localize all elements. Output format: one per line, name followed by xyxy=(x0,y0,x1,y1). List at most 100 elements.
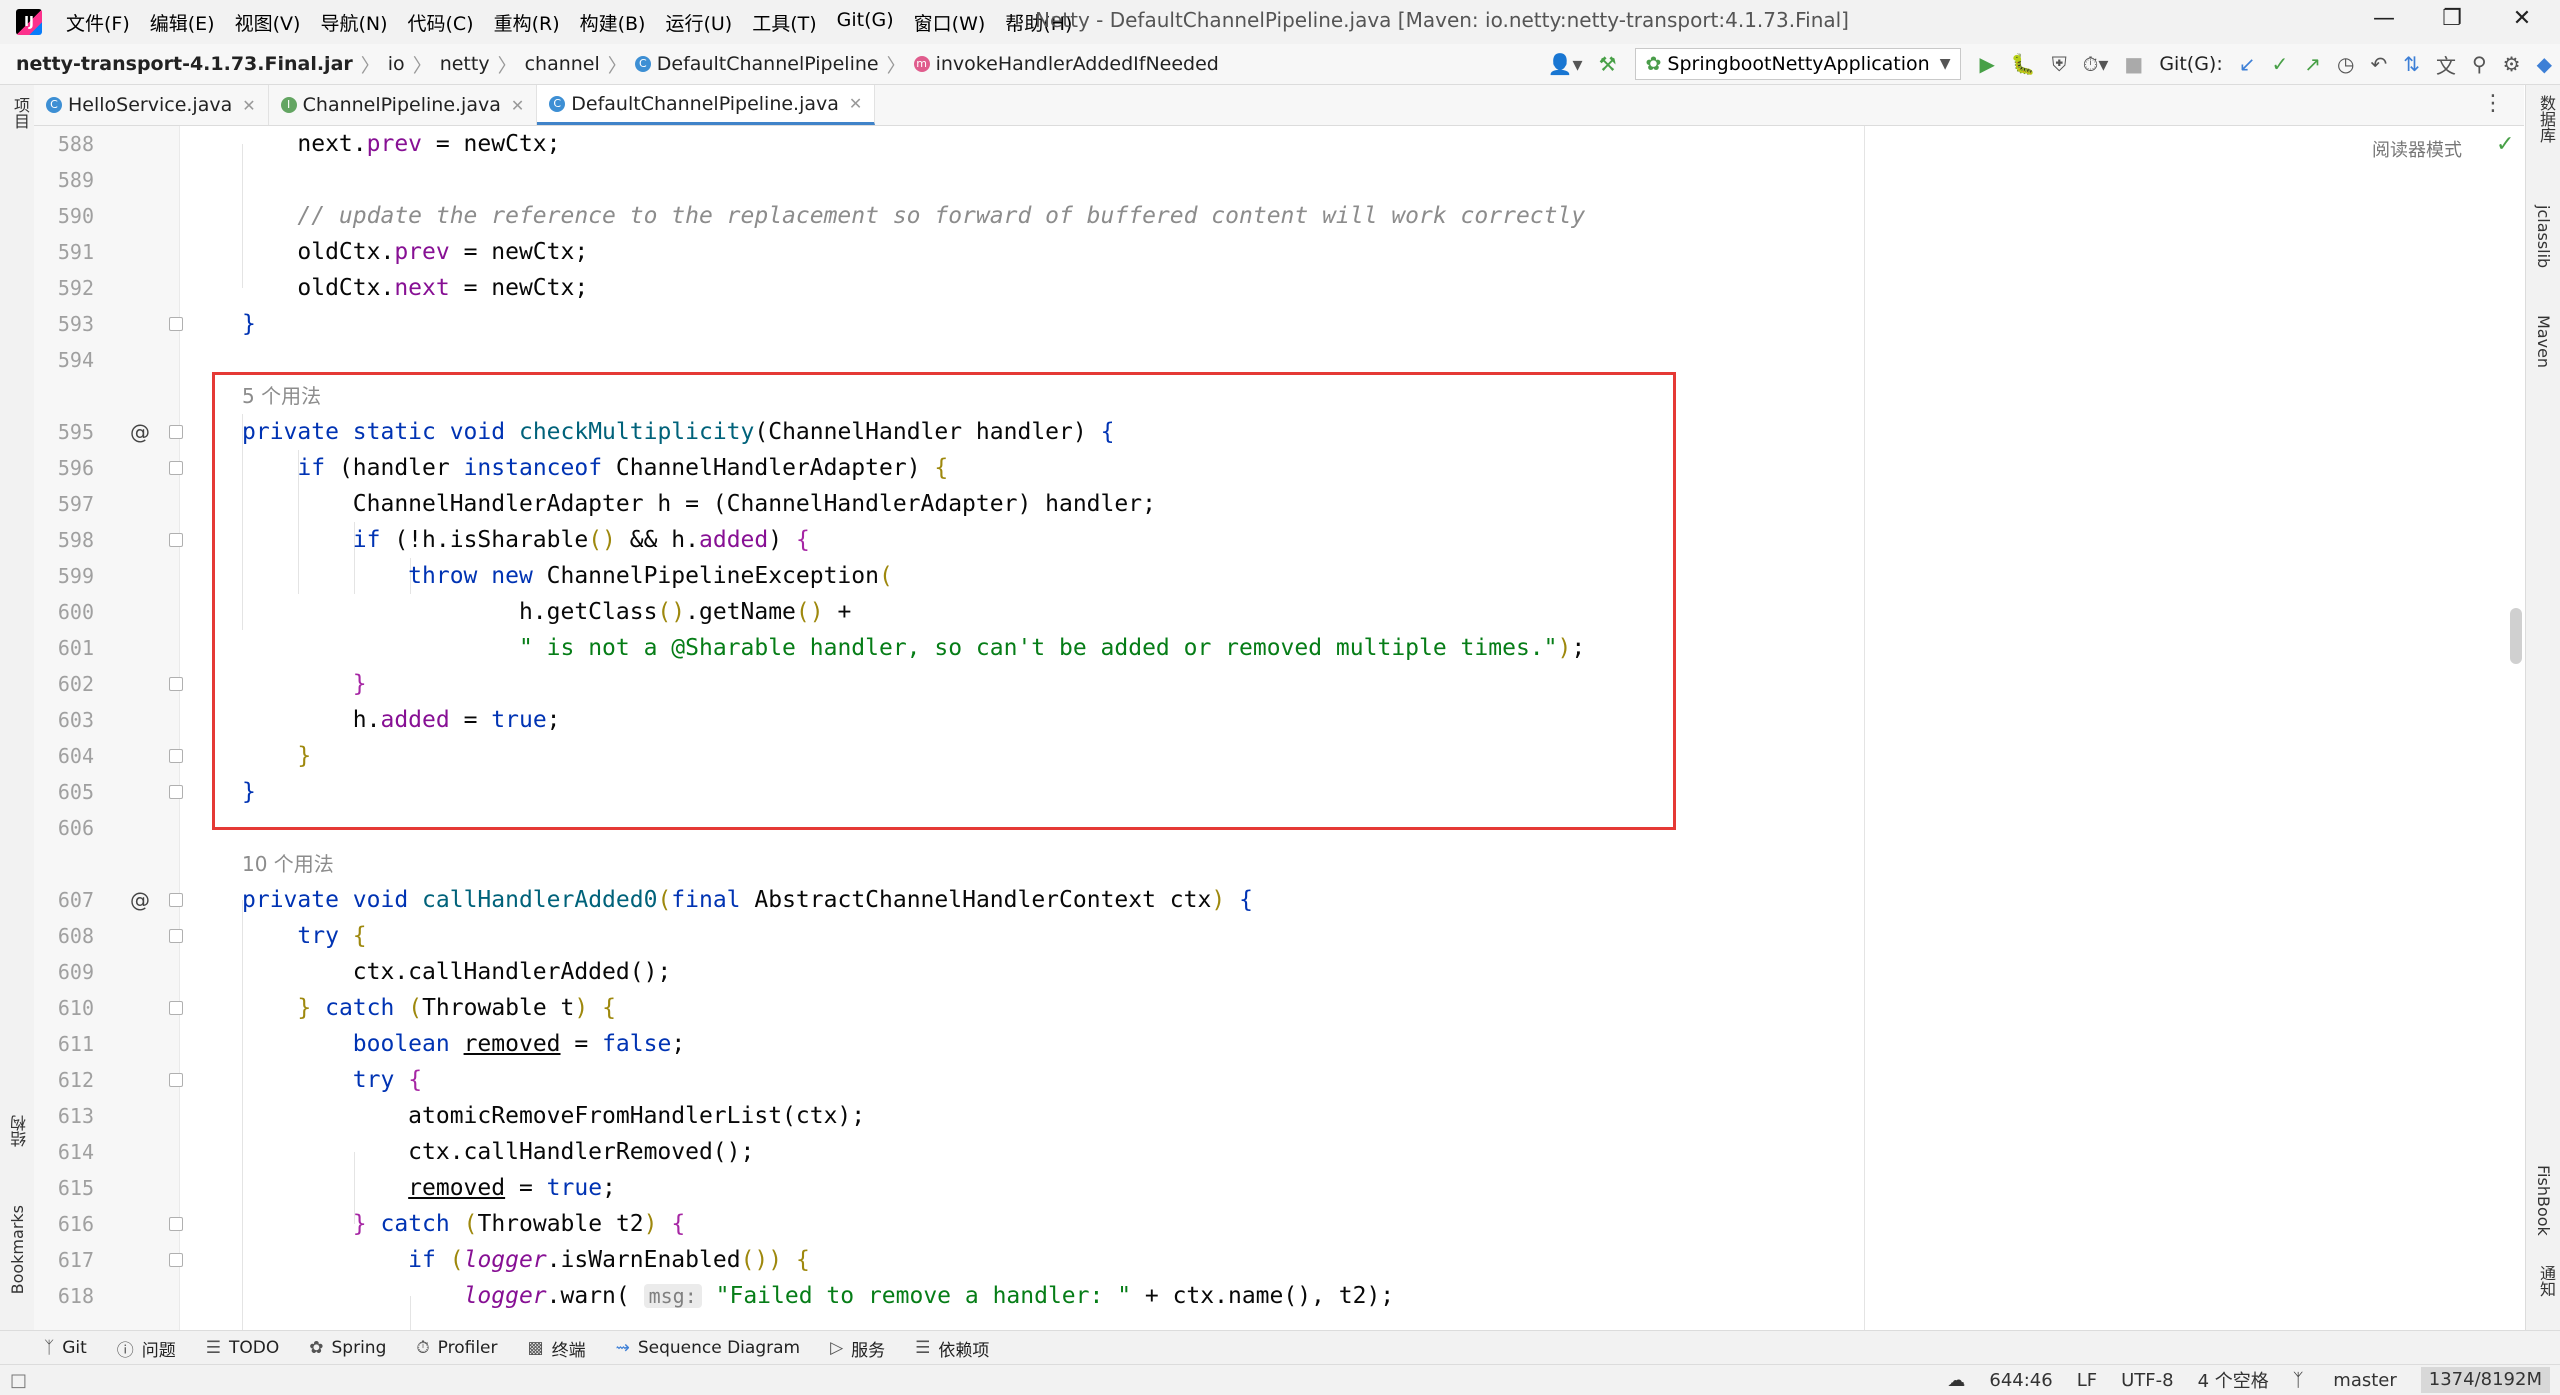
build-hammer-icon[interactable]: ⚒ xyxy=(1599,52,1617,76)
run-config-select[interactable]: ✿ SpringbootNettyApplication ▼ xyxy=(1634,48,1962,80)
tab-defaultchannelpipeline[interactable]: C DefaultChannelPipeline.java ✕ xyxy=(537,85,876,125)
fold-marker-icon[interactable] xyxy=(169,461,183,475)
line-separator[interactable]: LF xyxy=(2077,1370,2097,1391)
todo-tool-button[interactable]: ☰ TODO xyxy=(206,1338,280,1358)
code-line: 614 ctx.callHandlerRemoved(); xyxy=(57,1139,755,1165)
interface-icon: I xyxy=(280,97,297,113)
fold-marker-icon[interactable] xyxy=(169,425,183,439)
maven-tool-button[interactable]: Maven xyxy=(2534,315,2553,368)
fold-marker-icon[interactable] xyxy=(169,533,183,547)
menu-tools[interactable]: 工具(T) xyxy=(752,9,816,36)
close-tab-icon[interactable]: ✕ xyxy=(849,94,862,113)
spring-tool-button[interactable]: ✿ Spring xyxy=(309,1338,386,1358)
menu-edit[interactable]: 编辑(E) xyxy=(150,9,215,36)
debug-icon[interactable]: 🐛 xyxy=(2011,52,2036,76)
cloud-sync-icon[interactable]: ☁ xyxy=(1947,1370,1965,1391)
plugin-icon[interactable]: ⇅ xyxy=(2403,52,2420,76)
translate-icon[interactable]: 文 xyxy=(2436,50,2456,79)
fold-marker-icon[interactable] xyxy=(169,1001,183,1015)
problems-icon: ⓘ xyxy=(116,1340,134,1361)
profile-icon[interactable]: ⏱▾ xyxy=(2083,52,2109,76)
breadcrumb-channel[interactable]: channel xyxy=(525,53,600,75)
right-margin-guide xyxy=(1864,126,1865,1330)
git-branch[interactable]: ᛉ master xyxy=(2293,1370,2397,1391)
restore-icon[interactable]: ❐ xyxy=(2432,6,2472,31)
menu-run[interactable]: 运行(U) xyxy=(665,9,732,36)
toggle-tool-windows-icon[interactable]: □ xyxy=(10,1370,27,1391)
breadcrumb-method[interactable]: invokeHandlerAddedIfNeeded xyxy=(936,53,1219,75)
close-icon[interactable]: ✕ xyxy=(2502,6,2542,31)
search-icon[interactable]: ⚲ xyxy=(2472,52,2487,76)
code-vision-hint[interactable]: 10 个用法 xyxy=(34,846,1866,882)
fold-marker-icon[interactable] xyxy=(169,677,183,691)
run-icon[interactable]: ▶ xyxy=(1979,52,1994,76)
fold-marker-icon[interactable] xyxy=(169,749,183,763)
fold-marker-icon[interactable] xyxy=(169,1253,183,1267)
fold-marker-icon[interactable] xyxy=(169,929,183,943)
breadcrumb-class[interactable]: DefaultChannelPipeline xyxy=(657,53,879,75)
sequence-diagram-tool-button[interactable]: ⇝ Sequence Diagram xyxy=(616,1338,801,1358)
services-tool-button[interactable]: ▷ 服务 xyxy=(830,1336,885,1361)
bookmarks-tool-button[interactable]: Bookmarks xyxy=(8,1205,27,1294)
menu-refactor[interactable]: 重构(R) xyxy=(494,9,560,36)
code-string: "Failed to remove a handler: " xyxy=(715,1283,1132,1309)
intellij-logo-icon[interactable]: IJ xyxy=(16,9,42,35)
gear-icon[interactable]: ⚙ xyxy=(2503,52,2521,76)
fold-marker-icon[interactable] xyxy=(169,1073,183,1087)
menu-build[interactable]: 构建(B) xyxy=(580,9,646,36)
dependencies-tool-button[interactable]: ☰ 依赖项 xyxy=(915,1336,989,1361)
problems-tool-button[interactable]: ⓘ 问题 xyxy=(117,1336,176,1361)
close-tab-icon[interactable]: ✕ xyxy=(242,96,255,115)
close-tab-icon[interactable]: ✕ xyxy=(511,96,524,115)
git-rollback-icon[interactable]: ↶ xyxy=(2370,52,2387,76)
caret-position[interactable]: 644:46 xyxy=(1989,1370,2052,1391)
git-update-icon[interactable]: ↙ xyxy=(2239,52,2256,76)
coverage-icon[interactable]: ⛨ xyxy=(2052,52,2067,76)
menu-file[interactable]: 文件(F) xyxy=(66,9,130,36)
breadcrumb-jar[interactable]: netty-transport-4.1.73.Final.jar xyxy=(16,53,353,75)
annotation-at-icon[interactable]: @ xyxy=(130,414,150,450)
fold-marker-icon[interactable] xyxy=(169,893,183,907)
indent-setting[interactable]: 4 个空格 xyxy=(2198,1367,2269,1393)
profiler-tool-button[interactable]: ⏱ Profiler xyxy=(416,1338,497,1358)
memory-indicator[interactable]: 1374/8192M xyxy=(2420,1367,2550,1393)
tab-helloservice[interactable]: C HelloService.java ✕ xyxy=(34,85,269,125)
code-line: 609 ctx.callHandlerAdded(); xyxy=(57,959,672,985)
more-vertical-icon[interactable]: ⋮ xyxy=(2482,91,2504,116)
tab-channelpipeline[interactable]: I ChannelPipeline.java ✕ xyxy=(269,85,538,125)
file-encoding[interactable]: UTF-8 xyxy=(2121,1370,2173,1391)
toolbox-icon[interactable]: ◆ xyxy=(2537,52,2552,76)
menu-git[interactable]: Git(G) xyxy=(837,9,894,36)
notifications-tool-button[interactable]: 通知 xyxy=(2534,1265,2558,1297)
user-icon[interactable]: 👤▾ xyxy=(1548,52,1583,76)
git-push-icon[interactable]: ↗ xyxy=(2304,52,2321,76)
menu-navigate[interactable]: 导航(N) xyxy=(320,9,387,36)
fold-marker-icon[interactable] xyxy=(169,317,183,331)
git-commit-icon[interactable]: ✓ xyxy=(2272,52,2289,76)
breadcrumb-io[interactable]: io xyxy=(388,53,405,75)
tab-label: DefaultChannelPipeline.java xyxy=(571,92,839,115)
git-tool-button[interactable]: ᛉ Git xyxy=(44,1338,87,1358)
fold-marker-icon[interactable] xyxy=(169,1217,183,1231)
stop-icon[interactable]: ■ xyxy=(2124,52,2143,76)
database-tool-button[interactable]: 数据库 xyxy=(2534,95,2558,143)
fold-marker-icon[interactable] xyxy=(169,785,183,799)
menu-code[interactable]: 代码(C) xyxy=(407,9,473,36)
list-icon: ☰ xyxy=(205,1338,222,1358)
code-editor[interactable]: 588 next.prev = newCtx; 589 590 // updat… xyxy=(34,126,1866,1330)
fishbook-tool-button[interactable]: FishBook xyxy=(2534,1165,2553,1236)
git-history-icon[interactable]: ◷ xyxy=(2337,52,2354,76)
structure-tool-button[interactable]: 结构 xyxy=(8,1115,32,1147)
editor-scrollbar[interactable] xyxy=(2510,608,2522,664)
breadcrumb-netty[interactable]: netty xyxy=(440,53,490,75)
project-tool-button[interactable]: 项目 xyxy=(8,97,32,129)
terminal-tool-button[interactable]: ▩ 终端 xyxy=(528,1336,586,1361)
annotation-at-icon[interactable]: @ xyxy=(130,882,150,918)
jclasslib-tool-button[interactable]: jclasslib xyxy=(2534,205,2553,268)
reader-mode-button[interactable]: 阅读器模式 xyxy=(2372,136,2462,162)
profiler-icon: ⏱ xyxy=(416,1338,430,1358)
minimize-icon[interactable]: — xyxy=(2364,6,2404,31)
menu-view[interactable]: 视图(V) xyxy=(235,9,301,36)
menu-window[interactable]: 窗口(W) xyxy=(914,9,986,36)
inspection-ok-icon[interactable]: ✓ xyxy=(2496,132,2514,157)
